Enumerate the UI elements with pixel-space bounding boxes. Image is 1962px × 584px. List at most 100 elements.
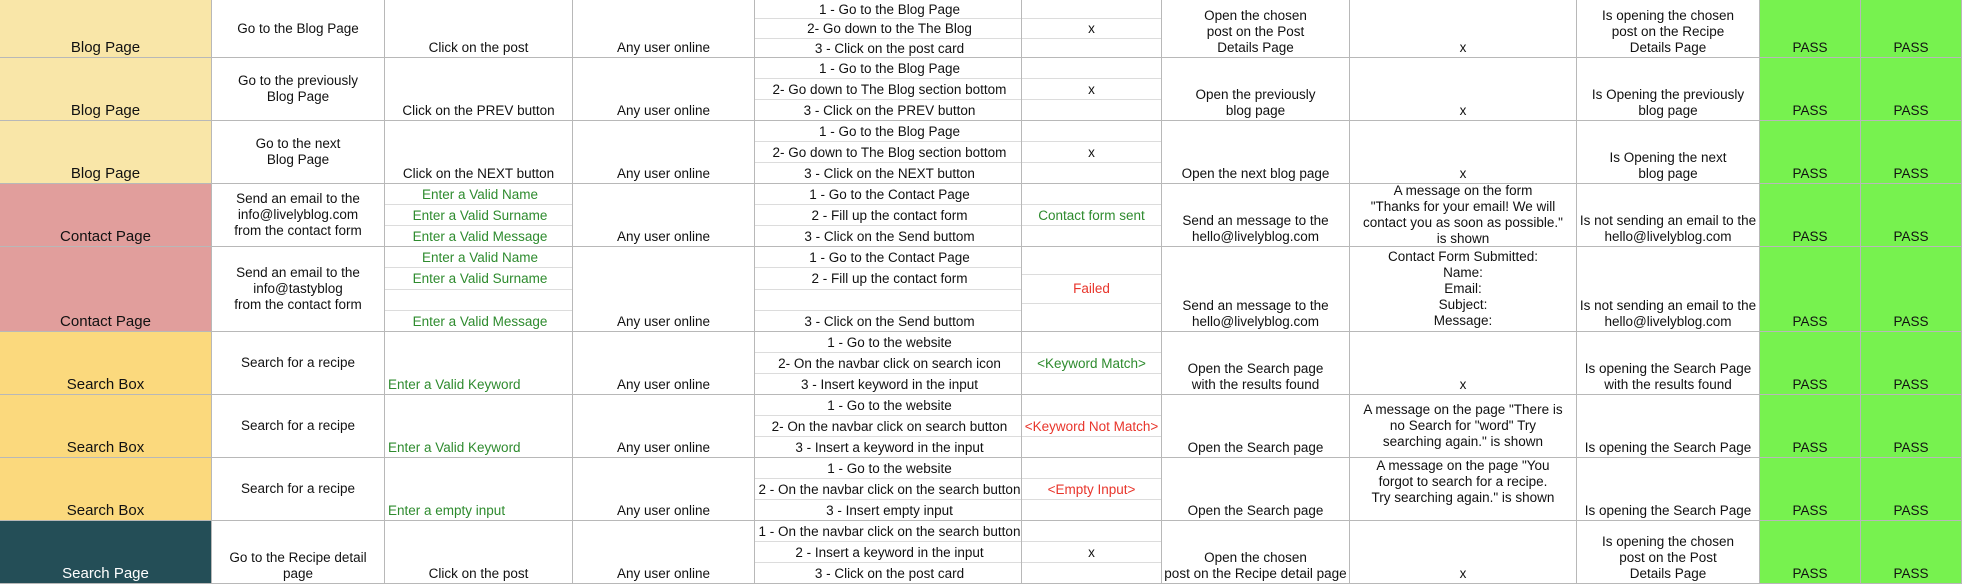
cell-actual[interactable]: x [1350, 0, 1577, 57]
cell-expected[interactable]: Send an message to the hello@livelyblog.… [1162, 184, 1350, 246]
cell-precondition[interactable]: Any user online [573, 184, 755, 246]
cell-steps[interactable]: 1 - Go to the Contact Page 2 - Fill up th… [755, 184, 1022, 246]
data-line [1022, 58, 1161, 79]
cell-test-data[interactable]: Click on the NEXT button [385, 121, 573, 183]
cell-data[interactable]: x [1022, 0, 1162, 57]
cell-actual[interactable]: A message on the page "You forgot to sea… [1350, 458, 1577, 520]
cell-module[interactable]: Search Box [0, 458, 212, 520]
cell-precondition[interactable]: Any user online [573, 332, 755, 394]
cell-expected[interactable]: Open the next blog page [1162, 121, 1350, 183]
cell-expected[interactable]: Open the chosen post on the Recipe detai… [1162, 521, 1350, 583]
status-cell-pass[interactable]: PASS [1760, 521, 1861, 583]
cell-scenario[interactable]: Search for a recipe [212, 332, 385, 394]
cell-steps[interactable]: 1 - Go to the website 2- On the navbar cl… [755, 395, 1022, 457]
cell-scenario[interactable]: Send an email to the info@tastyblog from… [212, 247, 385, 331]
cell-expected[interactable]: Open the chosen post on the Post Details… [1162, 0, 1350, 57]
cell-module[interactable]: Blog Page [0, 58, 212, 120]
cell-scenario[interactable]: Search for a recipe [212, 458, 385, 520]
cell-module[interactable]: Contact Page [0, 184, 212, 246]
cell-scenario[interactable]: Send an email to the info@livelyblog.com… [212, 184, 385, 246]
cell-result[interactable]: Is Opening the next blog page [1577, 121, 1760, 183]
cell-precondition[interactable]: Any user online [573, 121, 755, 183]
cell-steps[interactable]: 1 - Go to the Blog Page 2- Go down to the… [755, 0, 1022, 57]
cell-expected[interactable]: Open the Search page with the results fo… [1162, 332, 1350, 394]
cell-precondition[interactable]: Any user online [573, 0, 755, 57]
status-cell-pass[interactable]: PASS [1760, 332, 1861, 394]
status-cell-pass[interactable]: PASS [1861, 0, 1962, 57]
cell-scenario[interactable]: Go to the Recipe detail page [212, 521, 385, 583]
cell-data[interactable]: <Keyword Match> [1022, 332, 1162, 394]
cell-test-data[interactable]: Enter a Valid Name Enter a Valid Surname E… [385, 184, 573, 246]
cell-precondition[interactable]: Any user online [573, 247, 755, 331]
cell-steps[interactable]: 1 - Go to the Blog Page 2- Go down to The… [755, 121, 1022, 183]
cell-steps[interactable]: 1 - On the navbar click on the search bu… [755, 521, 1022, 583]
cell-data[interactable]: Failed [1022, 247, 1162, 331]
cell-actual[interactable]: x [1350, 121, 1577, 183]
cell-result[interactable]: Is opening the Search Page [1577, 395, 1760, 457]
cell-steps[interactable]: 1 - Go to the website 2 - On the navbar c… [755, 458, 1022, 520]
cell-scenario[interactable]: Go to the Blog Page [212, 0, 385, 57]
status-cell-pass[interactable]: PASS [1861, 395, 1962, 457]
cell-result[interactable]: Is opening the chosen post on the Post D… [1577, 521, 1760, 583]
status-cell-pass[interactable]: PASS [1760, 0, 1861, 57]
cell-precondition[interactable]: Any user online [573, 521, 755, 583]
cell-test-data[interactable]: Enter a Valid Keyword [385, 395, 573, 457]
status-cell-pass[interactable]: PASS [1760, 247, 1861, 331]
cell-module[interactable]: Search Box [0, 395, 212, 457]
cell-expected[interactable]: Send an message to the hello@livelyblog.… [1162, 247, 1350, 331]
cell-actual[interactable]: x [1350, 332, 1577, 394]
cell-module[interactable]: Search Box [0, 332, 212, 394]
cell-expected[interactable]: Open the Search page [1162, 458, 1350, 520]
cell-steps[interactable]: 1 - Go to the website 2- On the navbar cl… [755, 332, 1022, 394]
status-cell-pass[interactable]: PASS [1760, 121, 1861, 183]
status-cell-pass[interactable]: PASS [1861, 121, 1962, 183]
cell-expected[interactable]: Open the previously blog page [1162, 58, 1350, 120]
cell-result[interactable]: Is not sending an email to the hello@liv… [1577, 247, 1760, 331]
cell-actual[interactable]: x [1350, 521, 1577, 583]
cell-data[interactable]: x [1022, 521, 1162, 583]
cell-actual[interactable]: A message on the page "There is no Searc… [1350, 395, 1577, 457]
cell-test-data[interactable]: Enter a Valid Keyword [385, 332, 573, 394]
cell-precondition[interactable]: Any user online [573, 395, 755, 457]
cell-data[interactable]: Contact form sent [1022, 184, 1162, 246]
status-cell-pass[interactable]: PASS [1861, 58, 1962, 120]
cell-scenario[interactable]: Search for a recipe [212, 395, 385, 457]
cell-actual[interactable]: Contact Form Submitted: Name: Email: Sub… [1350, 247, 1577, 331]
cell-test-data[interactable]: Click on the post [385, 521, 573, 583]
status-cell-pass[interactable]: PASS [1861, 184, 1962, 246]
cell-test-data[interactable]: Click on the post [385, 0, 573, 57]
cell-steps[interactable]: 1 - Go to the Blog Page 2- Go down to The… [755, 58, 1022, 120]
cell-steps[interactable]: 1 - Go to the Contact Page 2 - Fill up th… [755, 247, 1022, 331]
status-cell-pass[interactable]: PASS [1760, 184, 1861, 246]
cell-scenario[interactable]: Go to the next Blog Page [212, 121, 385, 183]
cell-module[interactable]: Blog Page [0, 0, 212, 57]
cell-expected[interactable]: Open the Search page [1162, 395, 1350, 457]
cell-result[interactable]: Is Opening the previously blog page [1577, 58, 1760, 120]
cell-result[interactable]: Is opening the chosen post on the Recipe… [1577, 0, 1760, 57]
cell-precondition[interactable]: Any user online [573, 58, 755, 120]
status-cell-pass[interactable]: PASS [1760, 395, 1861, 457]
cell-test-data[interactable]: Enter a Valid Name Enter a Valid Surname E… [385, 247, 573, 331]
cell-actual[interactable]: A message on the form "Thanks for your e… [1350, 184, 1577, 246]
cell-test-data[interactable]: Enter a empty input [385, 458, 573, 520]
cell-data[interactable]: x [1022, 58, 1162, 120]
cell-module[interactable]: Contact Page [0, 247, 212, 331]
cell-actual[interactable]: x [1350, 58, 1577, 120]
status-cell-pass[interactable]: PASS [1861, 332, 1962, 394]
cell-result[interactable]: Is opening the Search Page [1577, 458, 1760, 520]
cell-data[interactable]: <Keyword Not Match> [1022, 395, 1162, 457]
cell-test-data[interactable]: Click on the PREV button [385, 58, 573, 120]
cell-precondition[interactable]: Any user online [573, 458, 755, 520]
cell-data[interactable]: <Empty Input> [1022, 458, 1162, 520]
status-cell-pass[interactable]: PASS [1861, 458, 1962, 520]
cell-data[interactable]: x [1022, 121, 1162, 183]
cell-result[interactable]: Is not sending an email to the hello@liv… [1577, 184, 1760, 246]
cell-result[interactable]: Is opening the Search Page with the resu… [1577, 332, 1760, 394]
cell-scenario[interactable]: Go to the previously Blog Page [212, 58, 385, 120]
status-cell-pass[interactable]: PASS [1861, 521, 1962, 583]
status-cell-pass[interactable]: PASS [1861, 247, 1962, 331]
status-cell-pass[interactable]: PASS [1760, 58, 1861, 120]
cell-module[interactable]: Search Page [0, 521, 212, 583]
status-cell-pass[interactable]: PASS [1760, 458, 1861, 520]
cell-module[interactable]: Blog Page [0, 121, 212, 183]
